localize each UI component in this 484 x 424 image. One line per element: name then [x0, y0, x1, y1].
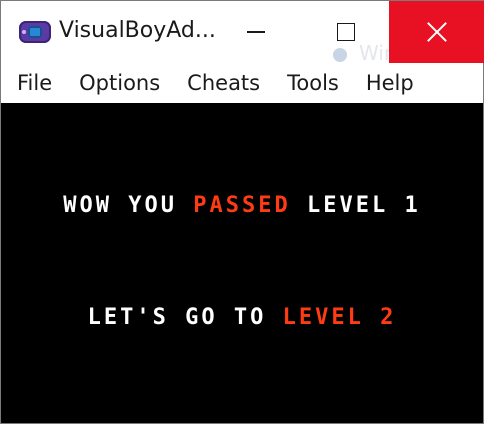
window-title: VisualBoyAd... — [59, 18, 216, 43]
close-icon — [426, 21, 448, 43]
game-screen[interactable]: WOW YOU PASSED LEVEL 1 LET'S GO TO LEVEL… — [1, 103, 483, 423]
maximize-icon — [337, 23, 355, 41]
menu-file[interactable]: File — [1, 63, 65, 103]
minimize-icon — [247, 31, 265, 33]
emulator-window: VisualBoyAd... Window S File Options Che… — [0, 0, 484, 424]
message-text: LET'S GO TO — [87, 305, 283, 330]
next-level-message: LET'S GO TO LEVEL 2 — [1, 305, 483, 330]
message-text: WOW YOU — [63, 193, 194, 218]
title-bar[interactable]: VisualBoyAd... Window S — [1, 1, 484, 65]
menu-tools[interactable]: Tools — [273, 63, 352, 103]
message-text: LEVEL 1 — [290, 193, 421, 218]
message-highlight: LEVEL 2 — [282, 305, 397, 330]
gameboy-advance-icon[interactable] — [19, 21, 51, 43]
maximize-button[interactable] — [303, 1, 389, 63]
level-passed-message: WOW YOU PASSED LEVEL 1 — [1, 193, 483, 218]
close-button[interactable] — [389, 1, 484, 63]
minimize-button[interactable] — [209, 1, 303, 63]
menu-bar: File Options Cheats Tools Help — [1, 63, 483, 103]
menu-help[interactable]: Help — [352, 63, 427, 103]
menu-cheats[interactable]: Cheats — [173, 63, 273, 103]
menu-options[interactable]: Options — [65, 63, 173, 103]
message-highlight: PASSED — [193, 193, 291, 218]
